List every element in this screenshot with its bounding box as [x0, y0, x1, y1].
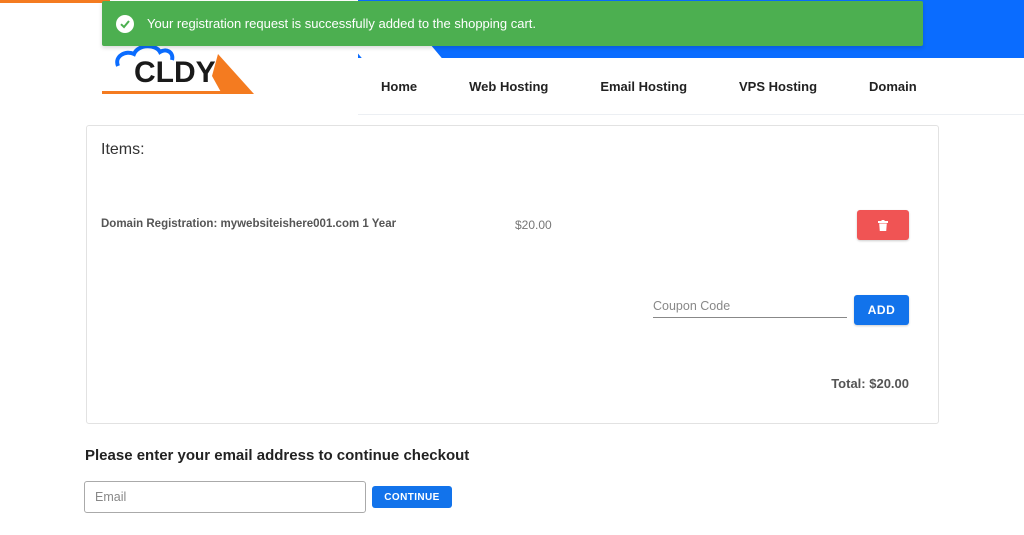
items-title: Items: [101, 141, 145, 158]
main-nav: Home Web Hosting Email Hosting VPS Hosti… [356, 58, 944, 114]
nav-home[interactable]: Home [381, 79, 417, 94]
check-circle-icon [116, 14, 134, 33]
toast-message: Your registration request is successfull… [147, 16, 537, 31]
coupon-code-input[interactable] [653, 294, 847, 318]
cart-item-price: $20.00 [515, 218, 552, 232]
cart-item-name: Domain Registration: mywebsiteishere001.… [101, 218, 397, 230]
nav-vps-hosting[interactable]: VPS Hosting [739, 79, 817, 94]
nav-domain[interactable]: Domain [869, 79, 917, 94]
success-toast: Your registration request is successfull… [102, 1, 923, 46]
nav-email-hosting[interactable]: Email Hosting [600, 79, 687, 94]
checkout-heading: Please enter your email address to conti… [85, 447, 470, 464]
top-accent-line [0, 0, 110, 3]
cart-total: Total: $20.00 [831, 376, 909, 391]
continue-button[interactable]: CONTINUE [372, 486, 452, 508]
trash-icon [878, 219, 888, 231]
delete-item-button[interactable] [857, 210, 909, 240]
page: CLDY Home Web Hosting Email Hosting VPS … [0, 0, 1024, 535]
logo-text: CLDY [134, 56, 216, 89]
nav-web-hosting[interactable]: Web Hosting [469, 79, 548, 94]
cart-card: Items: Domain Registration: mywebsiteish… [86, 125, 939, 424]
email-field[interactable] [84, 481, 366, 513]
add-coupon-button[interactable]: ADD [854, 295, 909, 325]
